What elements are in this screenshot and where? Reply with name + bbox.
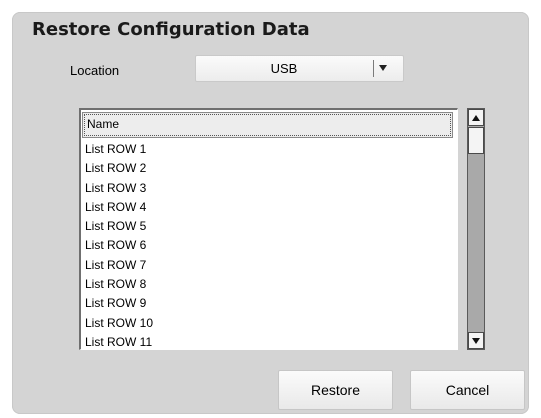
list-scrollbar[interactable] <box>467 108 485 350</box>
column-header-label: Name <box>87 117 120 131</box>
list-item[interactable]: List ROW 5 <box>81 217 457 236</box>
cancel-button[interactable]: Cancel <box>410 370 525 410</box>
arrow-down-icon[interactable] <box>468 332 484 349</box>
location-label: Location <box>70 63 120 78</box>
list-item[interactable]: List ROW 2 <box>81 159 457 178</box>
list-item[interactable]: List ROW 8 <box>81 275 457 294</box>
list-item[interactable]: List ROW 3 <box>81 179 457 198</box>
file-list[interactable]: Name List ROW 1 List ROW 2 List ROW 3 Li… <box>79 108 458 350</box>
list-item[interactable]: List ROW 4 <box>81 198 457 217</box>
location-selected-value: USB <box>270 61 298 76</box>
list-item[interactable]: List ROW 6 <box>81 236 457 255</box>
dropdown-separator <box>373 60 374 77</box>
scrollbar-thumb[interactable] <box>468 127 484 154</box>
header-focus-outline <box>84 114 451 136</box>
list-item[interactable]: List ROW 11 <box>81 333 457 349</box>
arrow-up-icon[interactable] <box>468 109 484 126</box>
list-rows: List ROW 1 List ROW 2 List ROW 3 List RO… <box>81 140 457 349</box>
chevron-down-icon[interactable] <box>376 61 390 75</box>
dialog-panel: Restore Configuration Data Location USB … <box>12 12 529 414</box>
list-item[interactable]: List ROW 1 <box>81 140 457 159</box>
list-item[interactable]: List ROW 10 <box>81 314 457 333</box>
list-item[interactable]: List ROW 7 <box>81 256 457 275</box>
restore-button[interactable]: Restore <box>278 370 393 410</box>
location-dropdown[interactable]: USB <box>195 55 404 82</box>
restore-config-dialog: Restore Configuration Data Location USB … <box>0 0 541 418</box>
dialog-title: Restore Configuration Data <box>32 19 310 40</box>
column-header-name[interactable]: Name <box>82 112 453 138</box>
list-item[interactable]: List ROW 9 <box>81 294 457 313</box>
